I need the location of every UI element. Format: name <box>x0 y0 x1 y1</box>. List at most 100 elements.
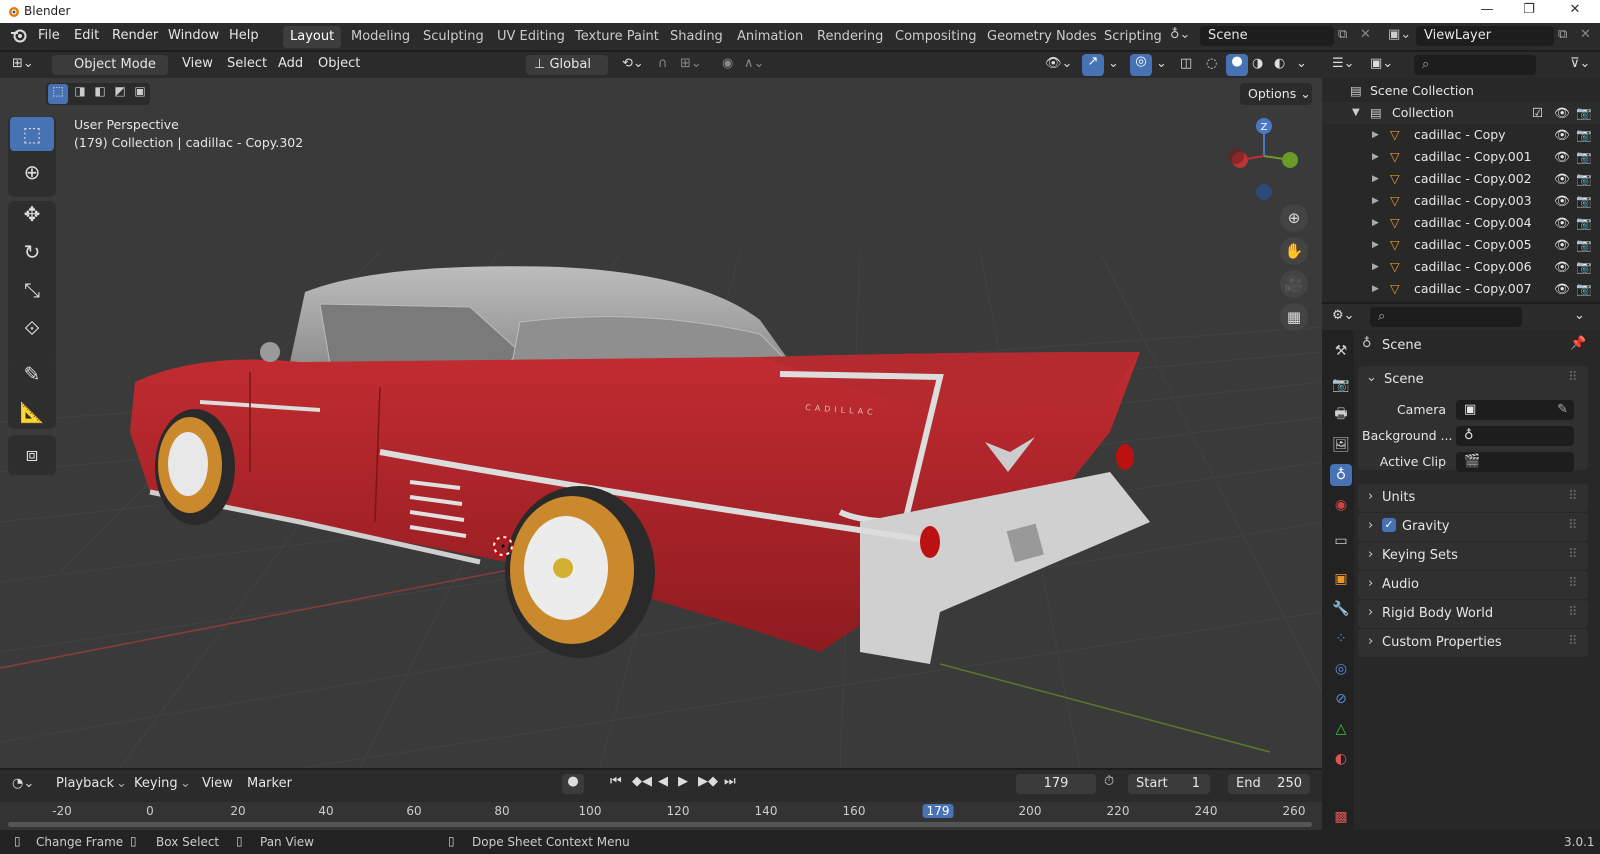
outliner-object-row[interactable]: ▶ ▽ cadillac - Copy.005 👁 📷 <box>1322 234 1600 256</box>
render-tab-icon[interactable]: 📷 <box>1330 374 1352 396</box>
modifier-tab-icon[interactable]: 🔧 <box>1330 598 1352 620</box>
options-dropdown[interactable]: Options ⌄ <box>1240 83 1312 105</box>
visibility-eye-icon[interactable]: 👁 <box>1554 146 1570 168</box>
timeline-menu-playback[interactable]: Playback <box>56 776 114 791</box>
view-layer-tab-icon[interactable]: 🖼 <box>1330 434 1352 456</box>
world-tab-icon[interactable]: ◉ <box>1330 494 1352 516</box>
gravity-checkbox[interactable]: ✓ <box>1382 518 1396 532</box>
transform-tool-icon[interactable]: ⟐ <box>10 311 54 345</box>
start-frame-field[interactable]: Start 1 <box>1128 774 1210 794</box>
select-intersect-icon[interactable]: ▣ <box>130 84 150 104</box>
next-keyframe-icon[interactable]: ▶◆ <box>698 774 718 789</box>
tab-uv-editing[interactable]: UV Editing <box>490 26 572 48</box>
outliner-object-row[interactable]: ▶ ▽ cadillac - Copy.004 👁 📷 <box>1322 212 1600 234</box>
collapse-arrow-icon[interactable]: ⌄ <box>1366 370 1377 385</box>
viewport-menu-view[interactable]: View <box>182 56 213 71</box>
3d-viewport[interactable]: CADILLAC ⊞⌄ Object Mode View Select Add … <box>0 52 1322 768</box>
tab-modeling[interactable]: Modeling <box>344 26 417 48</box>
drag-handle-icon[interactable]: ⠿ <box>1568 370 1578 385</box>
add-cube-tool-icon[interactable]: ⧈ <box>10 437 54 471</box>
eyedropper-icon[interactable]: ✎ <box>1557 400 1568 420</box>
camera-view-icon[interactable]: 🎥 <box>1280 270 1308 298</box>
gizmo-toggle-icon[interactable]: ↗ <box>1082 54 1104 76</box>
pan-hand-icon[interactable]: ✋ <box>1280 237 1308 265</box>
object-tab-icon[interactable]: ▣ <box>1330 568 1352 590</box>
outliner-scene-collection[interactable]: ▤ Scene Collection <box>1322 80 1600 102</box>
visibility-eye-icon[interactable]: 👁 <box>1554 212 1570 234</box>
render-camera-icon[interactable]: 📷 <box>1576 168 1592 190</box>
measure-tool-icon[interactable]: 📐 <box>10 395 54 429</box>
expand-arrow-icon[interactable]: ▶ <box>1372 190 1379 212</box>
shading-dropdown-icon[interactable]: ⌄ <box>1296 56 1307 71</box>
tab-sculpting[interactable]: Sculpting <box>416 26 491 48</box>
scale-tool-icon[interactable]: ⤡ <box>10 273 54 307</box>
expand-arrow-icon[interactable]: ▶ <box>1372 278 1379 300</box>
properties-search-input[interactable]: ⌕ <box>1370 307 1522 327</box>
delete-viewlayer-icon[interactable]: ✕ <box>1580 27 1591 42</box>
annotate-tool-icon[interactable]: ✎ <box>10 357 54 391</box>
output-tab-icon[interactable]: 🖶 <box>1330 404 1352 426</box>
editor-type-icon[interactable]: ⊞⌄ <box>12 56 34 71</box>
expand-arrow-icon[interactable]: ▶ <box>1372 212 1379 234</box>
texture-tab-icon[interactable]: ▩ <box>1330 806 1352 828</box>
menu-help[interactable]: Help <box>229 28 259 43</box>
pin-icon[interactable]: 📌 <box>1570 336 1586 351</box>
expand-arrow-icon[interactable]: › <box>1368 489 1373 504</box>
exclude-checkbox-icon[interactable]: ☑ <box>1532 102 1543 124</box>
outliner-editor-type-icon[interactable]: ☰⌄ <box>1332 56 1355 71</box>
expand-arrow-icon[interactable]: ▶ <box>1372 256 1379 278</box>
playhead-frame[interactable]: 179 <box>922 804 954 818</box>
active-clip-field[interactable]: 🎬 <box>1456 452 1574 472</box>
drag-handle-icon[interactable]: ⠿ <box>1568 547 1578 562</box>
restore-icon[interactable]: ❐ <box>1514 2 1544 17</box>
render-camera-icon[interactable]: 📷 <box>1576 124 1592 146</box>
menu-file[interactable]: File <box>38 28 60 43</box>
expand-arrow-icon[interactable]: › <box>1368 547 1373 562</box>
expand-arrow-icon[interactable]: ▶ <box>1372 168 1379 190</box>
gizmo-dropdown-icon[interactable]: ⌄ <box>1108 56 1119 71</box>
drag-handle-icon[interactable]: ⠿ <box>1568 576 1578 591</box>
properties-panel[interactable]: › Audio ⠿ <box>1358 571 1588 599</box>
background-scene-field[interactable]: ♁ <box>1456 426 1574 446</box>
properties-options-icon[interactable]: ⌄ <box>1574 308 1585 323</box>
tab-rendering[interactable]: Rendering <box>810 26 890 48</box>
outliner-collection[interactable]: ▼ ▤ Collection ☑ 👁 📷 <box>1322 102 1600 124</box>
play-reverse-icon[interactable]: ◀ <box>658 774 668 789</box>
proportional-edit-icon[interactable]: ◉ <box>722 56 733 71</box>
filter-icon[interactable]: ⊽⌄ <box>1570 56 1590 71</box>
zoom-icon[interactable]: ⊕ <box>1280 204 1308 232</box>
outliner-search-input[interactable]: ⌕ <box>1414 55 1536 75</box>
timeline-menu-marker[interactable]: Marker <box>247 776 292 791</box>
delete-scene-icon[interactable]: ✕ <box>1360 27 1371 42</box>
tab-geometry-nodes[interactable]: Geometry Nodes <box>980 26 1104 48</box>
expand-arrow-icon[interactable]: › <box>1368 605 1373 620</box>
jump-start-icon[interactable]: ⏮ <box>610 774 622 789</box>
display-mode-icon[interactable]: ▣⌄ <box>1370 56 1393 71</box>
visibility-eye-icon[interactable]: 👁 <box>1554 190 1570 212</box>
prev-keyframe-icon[interactable]: ◆◀ <box>632 774 652 789</box>
shading-solid-icon[interactable]: ● <box>1226 54 1248 76</box>
properties-panel[interactable]: › Custom Properties ⠿ <box>1358 629 1588 657</box>
rotate-tool-icon[interactable]: ↻ <box>10 235 54 269</box>
viewport-menu-object[interactable]: Object <box>318 56 360 71</box>
mode-dropdown[interactable]: Object Mode <box>52 55 168 75</box>
shading-rendered-icon[interactable]: ◐ <box>1274 56 1285 71</box>
pivot-point-icon[interactable]: ⟲⌄ <box>622 56 644 71</box>
visibility-eye-icon[interactable]: 👁 <box>1554 168 1570 190</box>
expand-arrow-icon[interactable]: ▶ <box>1372 146 1379 168</box>
render-camera-icon[interactable]: 📷 <box>1576 212 1592 234</box>
new-scene-icon[interactable]: ⧉ <box>1338 27 1347 42</box>
ortho-grid-icon[interactable]: ▦ <box>1280 303 1308 331</box>
data-tab-icon[interactable]: △ <box>1330 718 1352 740</box>
play-icon[interactable]: ▶ <box>678 774 688 789</box>
minimize-icon[interactable]: — <box>1472 2 1502 17</box>
properties-editor-type-icon[interactable]: ⚙⌄ <box>1332 308 1355 323</box>
properties-panel[interactable]: › ✓ Gravity ⠿ <box>1358 513 1588 541</box>
blender-menu-icon[interactable] <box>10 27 28 47</box>
constraints-tab-icon[interactable]: ⊘ <box>1330 688 1352 710</box>
menu-edit[interactable]: Edit <box>74 28 99 43</box>
outliner-object-row[interactable]: ▶ ▽ cadillac - Copy 👁 📷 <box>1322 124 1600 146</box>
shading-wireframe-icon[interactable]: ◌ <box>1206 56 1217 71</box>
properties-panel[interactable]: › Keying Sets ⠿ <box>1358 542 1588 570</box>
timeline-scrollbar[interactable] <box>8 822 1312 827</box>
